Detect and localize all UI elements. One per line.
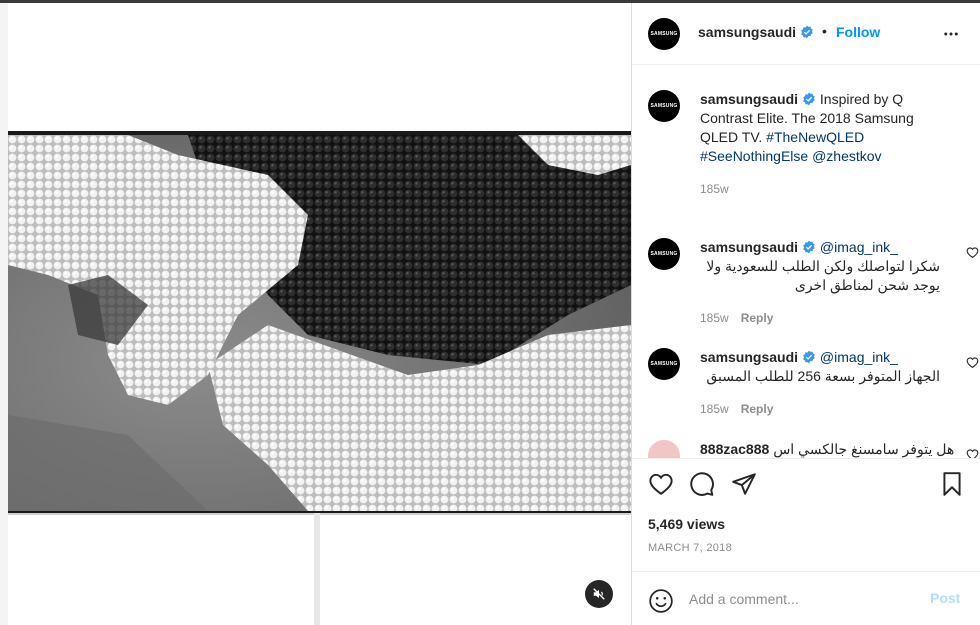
heart-icon[interactable] — [648, 471, 674, 497]
avatar[interactable]: SAMSUNG — [648, 348, 680, 380]
video-still-image — [8, 135, 631, 511]
comment-icon[interactable] — [689, 471, 715, 497]
like-comment-heart-icon[interactable] — [966, 246, 979, 259]
avatar[interactable]: SAMSUNG — [648, 238, 680, 270]
comment-text: هل يتوفر سامسنغ جالكسي اس — [773, 441, 955, 457]
comment-age[interactable]: 185w — [700, 311, 729, 325]
avatar[interactable]: SAMSUNG — [648, 18, 680, 50]
avatar-logo-text: SAMSUNG — [650, 31, 678, 37]
bookmark-icon[interactable] — [939, 471, 965, 497]
add-comment-input[interactable] — [689, 588, 919, 610]
post-date[interactable]: MARCH 7, 2018 — [648, 542, 732, 554]
verified-badge-icon — [803, 240, 815, 254]
comment-text: الجهاز المتوفر بسعة 256 للطلب المسبق — [706, 368, 940, 384]
comment-username[interactable]: 888zac888 — [700, 441, 769, 457]
comment-age[interactable]: 185w — [700, 402, 729, 416]
post-media[interactable] — [0, 3, 631, 625]
share-icon[interactable] — [731, 471, 757, 497]
media-left-edge — [0, 3, 8, 625]
tv-stand — [314, 513, 320, 625]
avatar-logo-text: SAMSUNG — [650, 103, 678, 109]
verified-badge-icon — [801, 25, 813, 39]
like-comment-heart-icon[interactable] — [966, 448, 979, 458]
avatar[interactable] — [648, 440, 680, 458]
verified-badge-icon — [803, 350, 815, 364]
follow-button[interactable]: Follow — [836, 24, 880, 40]
comment-mention[interactable]: @imag_ink_ — [820, 239, 898, 255]
caption-age[interactable]: 185w — [700, 182, 729, 196]
comment-text: شكرا لتواصلك ولكن الطلب للسعودية ولا يوج… — [706, 258, 940, 293]
post-comment-button[interactable]: Post — [930, 590, 960, 606]
add-comment-row: Post — [632, 571, 980, 625]
verified-badge-icon — [803, 92, 815, 106]
post-side-panel: SAMSUNG samsungsaudi • Follow SAMSUNG sa… — [631, 3, 980, 625]
comment-mention[interactable]: @imag_ink_ — [820, 349, 898, 365]
avatar-logo-text: SAMSUNG — [650, 361, 678, 367]
comments-list[interactable]: SAMSUNG samsungsaudi Inspired by Q Contr… — [632, 66, 980, 458]
video-frame[interactable] — [8, 135, 631, 511]
mute-button[interactable] — [585, 580, 613, 608]
header-separator: • — [822, 23, 827, 39]
more-options-icon[interactable] — [942, 25, 960, 43]
like-comment-heart-icon[interactable] — [966, 356, 979, 369]
avatar[interactable]: SAMSUNG — [648, 90, 680, 122]
reply-button[interactable]: Reply — [741, 402, 774, 416]
comment-username[interactable]: samsungsaudi — [700, 349, 798, 365]
avatar-logo-text: SAMSUNG — [650, 251, 678, 257]
comment-username[interactable]: samsungsaudi — [700, 239, 798, 255]
muted-speaker-icon — [593, 588, 605, 600]
post-header: SAMSUNG samsungsaudi • Follow — [632, 3, 980, 65]
header-username[interactable]: samsungsaudi — [698, 24, 796, 40]
emoji-icon[interactable] — [648, 588, 674, 614]
post-actions: 5,469 views MARCH 7, 2018 Post — [632, 458, 980, 625]
reply-button[interactable]: Reply — [741, 311, 774, 325]
view-count[interactable]: 5,469 views — [648, 516, 725, 532]
caption-username[interactable]: samsungsaudi — [700, 91, 798, 107]
caption-mention[interactable]: @zhestkov — [812, 148, 881, 164]
